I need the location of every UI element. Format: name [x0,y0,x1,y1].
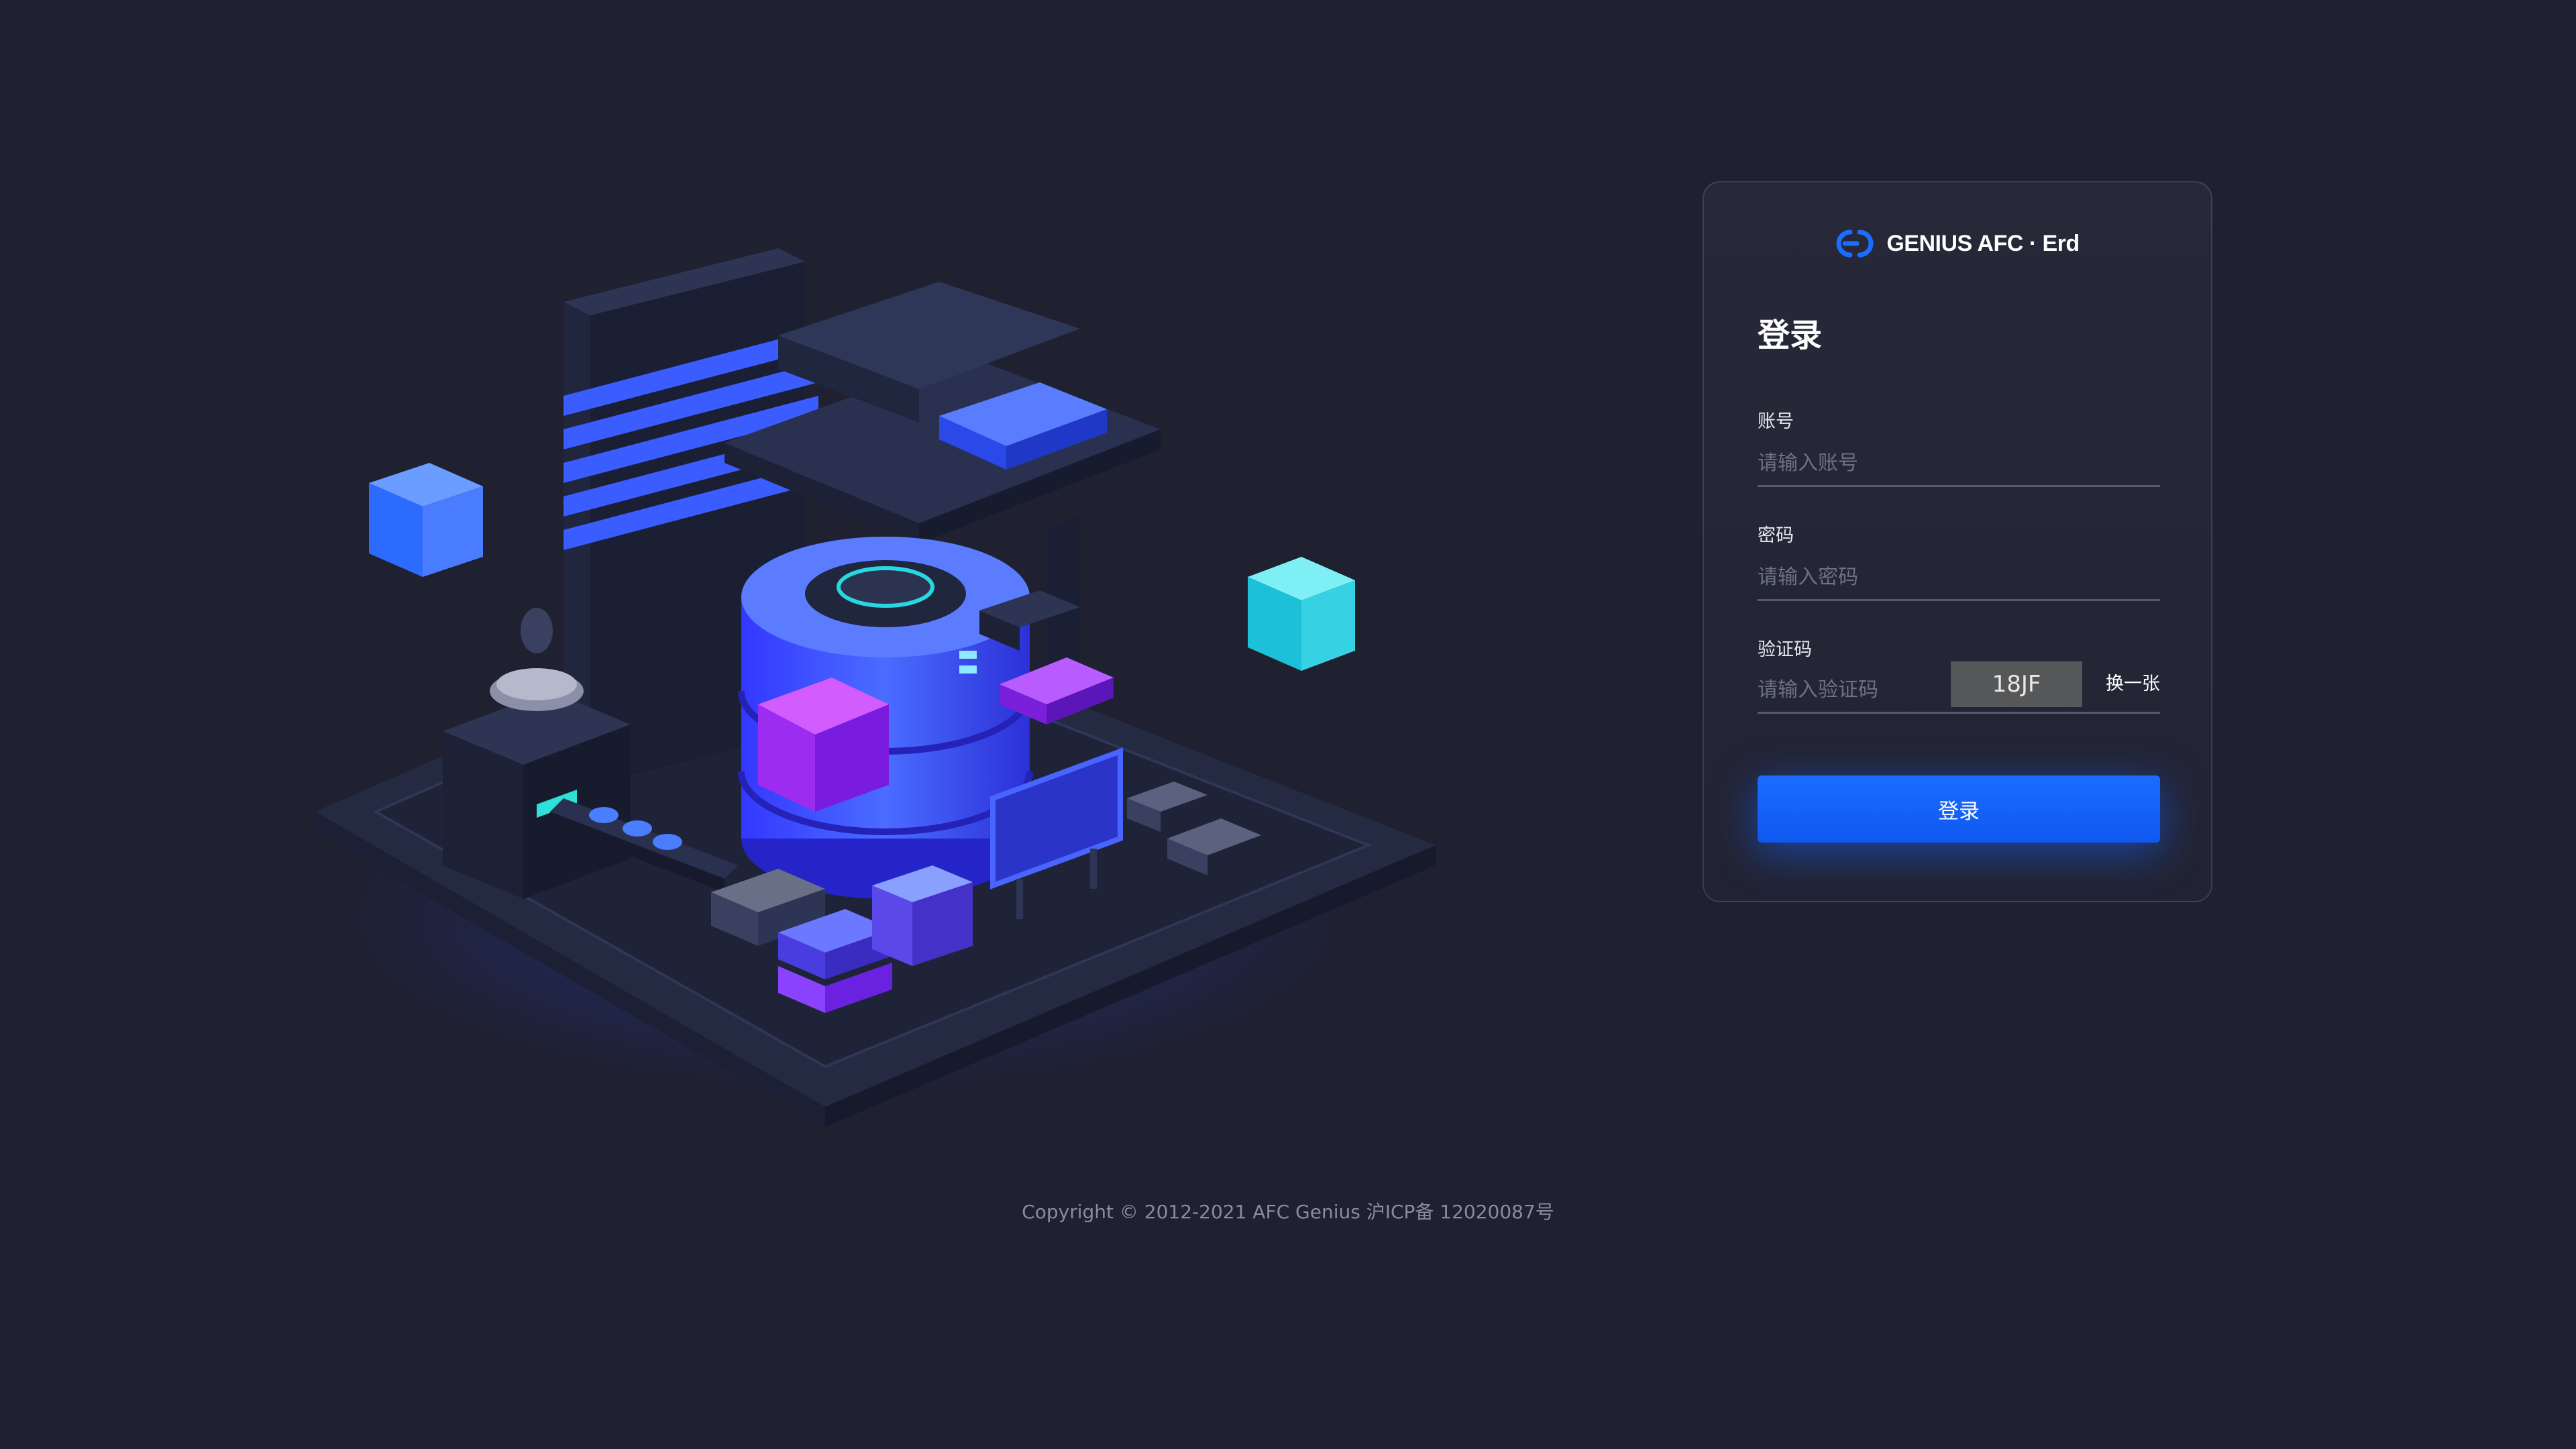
refresh-captcha-link[interactable]: 换一张 [2106,669,2160,699]
captcha-field: 18JF 换一张 [1758,661,2160,714]
password-label: 密码 [1758,525,1794,546]
login-card: GENIUS AFC · Erd 登录 账号 密码 验证码 18JF 换一张 登… [1703,181,2212,902]
brand-name: GENIUS AFC · Erd [1886,230,2080,256]
password-field [1758,555,2160,601]
account-label: 账号 [1758,411,1794,432]
login-page: GENIUS AFC · Erd 登录 账号 密码 验证码 18JF 换一张 登… [0,0,2576,1449]
login-title: 登录 [1758,317,1823,354]
brand: GENIUS AFC · Erd [1704,228,2211,259]
datacenter-illustration [295,221,1462,1174]
captcha-image[interactable]: 18JF [1951,661,2082,707]
account-input[interactable] [1758,441,2160,485]
account-field [1758,441,2160,487]
footer-copyright: Copyright © 2012-2021 AFC Genius 沪ICP备 1… [1022,1201,1554,1223]
brand-logo-icon [1836,229,1874,258]
captcha-input[interactable] [1758,668,1939,712]
captcha-label: 验证码 [1758,639,1812,660]
login-button[interactable]: 登录 [1758,775,2160,843]
password-input[interactable] [1758,555,2160,599]
